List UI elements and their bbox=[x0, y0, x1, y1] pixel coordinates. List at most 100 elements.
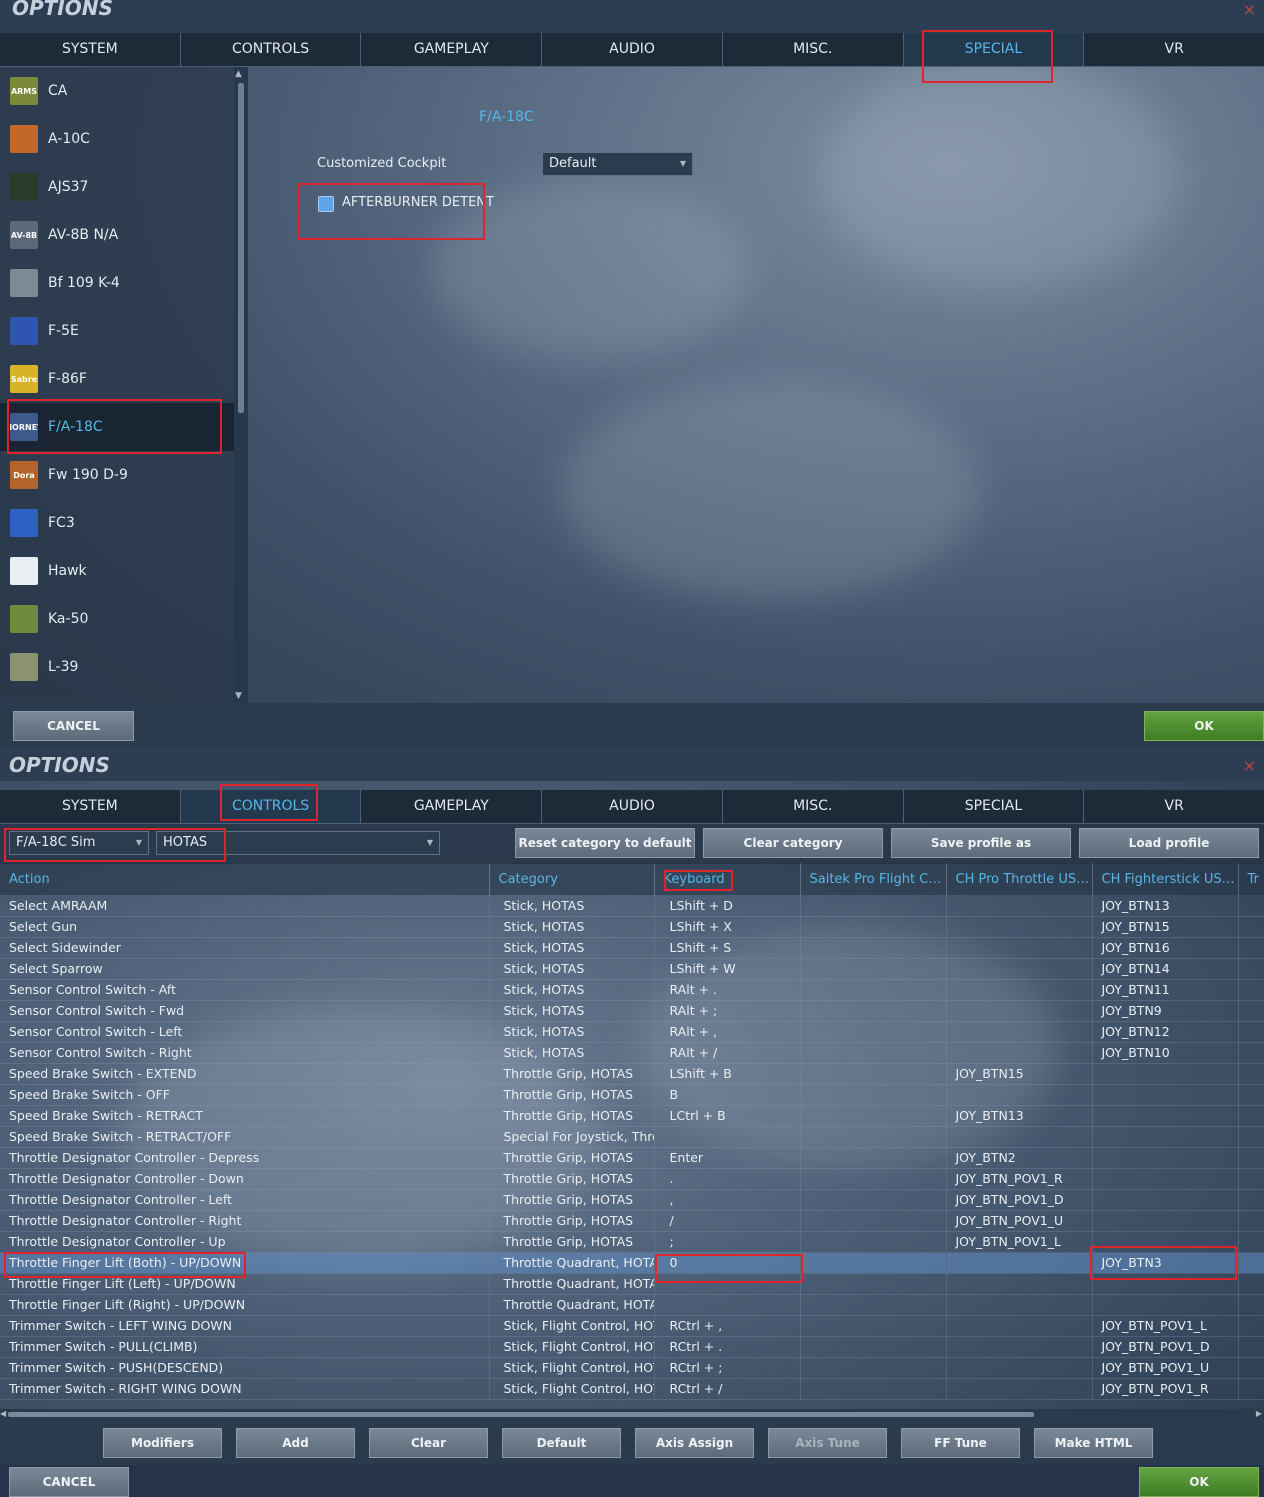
table-cell[interactable]: / bbox=[654, 1210, 801, 1232]
table-row[interactable]: Speed Brake Switch - EXTEND Throttle Grip… bbox=[0, 1063, 1264, 1085]
table-cell[interactable] bbox=[1238, 1021, 1264, 1043]
aircraft-item-av-8b-n-a[interactable]: AV-8B AV-8B N/A bbox=[0, 211, 234, 259]
table-cell[interactable]: LShift + S bbox=[654, 937, 801, 959]
table-cell[interactable] bbox=[946, 958, 1093, 980]
table-cell[interactable]: JOY_BTN_POV1_L bbox=[1092, 1315, 1239, 1337]
table-row[interactable]: Throttle Designator Controller - Depress… bbox=[0, 1147, 1264, 1169]
table-cell[interactable]: RAlt + , bbox=[654, 1021, 801, 1043]
table-cell[interactable]: Throttle Quadrant, HOTAS bbox=[489, 1252, 655, 1274]
table-cell[interactable]: Trimmer Switch - PULL(CLIMB) bbox=[0, 1336, 490, 1358]
table-cell[interactable] bbox=[946, 1021, 1093, 1043]
table-cell[interactable] bbox=[800, 1063, 947, 1085]
table-cell[interactable] bbox=[800, 1231, 947, 1253]
table-cell[interactable]: Speed Brake Switch - EXTEND bbox=[0, 1063, 490, 1085]
table-cell[interactable] bbox=[1238, 1294, 1264, 1316]
table-cell[interactable] bbox=[654, 1126, 801, 1148]
scroll-down-icon[interactable]: ▼ bbox=[235, 691, 242, 701]
table-cell[interactable] bbox=[800, 1042, 947, 1064]
table-cell[interactable]: Throttle Designator Controller - Down bbox=[0, 1168, 490, 1190]
aircraft-item-ka-50[interactable]: Ka-50 bbox=[0, 595, 234, 643]
table-cell[interactable]: RAlt + / bbox=[654, 1042, 801, 1064]
cancel-button[interactable]: CANCEL bbox=[9, 1467, 129, 1497]
table-cell[interactable] bbox=[1238, 1105, 1264, 1127]
table-cell[interactable] bbox=[946, 1000, 1093, 1022]
column-header-tr[interactable]: Tr bbox=[1238, 863, 1264, 895]
axis-tune-button[interactable]: Axis Tune bbox=[768, 1428, 887, 1458]
table-cell[interactable] bbox=[1238, 895, 1264, 917]
table-cell[interactable] bbox=[946, 1315, 1093, 1337]
table-row[interactable]: Throttle Designator Controller - Up Throt… bbox=[0, 1231, 1264, 1253]
tab-gameplay[interactable]: GAMEPLAY bbox=[361, 33, 543, 66]
tab-vr[interactable]: VR bbox=[1084, 790, 1264, 823]
tab-vr[interactable]: VR bbox=[1084, 33, 1264, 66]
table-cell[interactable]: Select Sparrow bbox=[0, 958, 490, 980]
table-cell[interactable]: Stick, HOTAS bbox=[489, 1042, 655, 1064]
aircraft-item-fw-190-d-9[interactable]: Dora Fw 190 D-9 bbox=[0, 451, 234, 499]
table-cell[interactable] bbox=[946, 895, 1093, 917]
table-cell[interactable] bbox=[800, 895, 947, 917]
afterburner-detent-checkbox[interactable] bbox=[318, 196, 334, 212]
table-cell[interactable] bbox=[800, 1294, 947, 1316]
table-cell[interactable] bbox=[1092, 1126, 1239, 1148]
table-row[interactable]: Speed Brake Switch - OFF Throttle Grip, H… bbox=[0, 1084, 1264, 1106]
table-cell[interactable]: Throttle Finger Lift (Both) - UP/DOWN bbox=[0, 1252, 490, 1274]
table-cell[interactable]: Throttle Quadrant, HOTAS bbox=[489, 1294, 655, 1316]
aircraft-list-scrollbar[interactable]: ▲ ▼ bbox=[234, 67, 248, 703]
table-row[interactable]: Throttle Designator Controller - Left Thr… bbox=[0, 1189, 1264, 1211]
table-cell[interactable] bbox=[800, 1315, 947, 1337]
table-cell[interactable]: Select Sidewinder bbox=[0, 937, 490, 959]
table-cell[interactable]: RCtrl + / bbox=[654, 1378, 801, 1400]
table-cell[interactable]: RAlt + . bbox=[654, 979, 801, 1001]
table-cell[interactable]: JOY_BTN_POV1_D bbox=[1092, 1336, 1239, 1358]
table-cell[interactable] bbox=[800, 1168, 947, 1190]
table-cell[interactable] bbox=[1238, 1378, 1264, 1400]
clear-category-button[interactable]: Clear category bbox=[703, 828, 883, 858]
close-icon[interactable]: × bbox=[1243, 0, 1256, 19]
scroll-left-icon[interactable]: ◀ bbox=[0, 1409, 6, 1418]
table-cell[interactable]: Stick, HOTAS bbox=[489, 916, 655, 938]
table-cell[interactable]: Throttle Grip, HOTAS bbox=[489, 1147, 655, 1169]
table-cell[interactable]: ; bbox=[654, 1231, 801, 1253]
table-cell[interactable] bbox=[1238, 1126, 1264, 1148]
aircraft-item-f-5e[interactable]: F-5E bbox=[0, 307, 234, 355]
table-cell[interactable] bbox=[800, 1126, 947, 1148]
table-cell[interactable] bbox=[800, 1210, 947, 1232]
table-cell[interactable] bbox=[946, 916, 1093, 938]
table-cell[interactable] bbox=[654, 1294, 801, 1316]
table-cell[interactable] bbox=[800, 1378, 947, 1400]
table-cell[interactable]: JOY_BTN11 bbox=[1092, 979, 1239, 1001]
table-cell[interactable]: Throttle Grip, HOTAS bbox=[489, 1189, 655, 1211]
table-cell[interactable]: LCtrl + B bbox=[654, 1105, 801, 1127]
table-cell[interactable]: LShift + X bbox=[654, 916, 801, 938]
table-cell[interactable] bbox=[1238, 1168, 1264, 1190]
table-cell[interactable]: 0 bbox=[654, 1252, 801, 1274]
table-cell[interactable]: RCtrl + . bbox=[654, 1336, 801, 1358]
table-cell[interactable] bbox=[1238, 1273, 1264, 1295]
table-row[interactable]: Throttle Finger Lift (Right) - UP/DOWN Th… bbox=[0, 1294, 1264, 1316]
table-cell[interactable]: JOY_BTN13 bbox=[946, 1105, 1093, 1127]
table-row[interactable]: Throttle Designator Controller - Right Th… bbox=[0, 1210, 1264, 1232]
profile-select[interactable]: F/A-18C Sim ▼ bbox=[9, 831, 149, 855]
table-cell[interactable]: Throttle Grip, HOTAS bbox=[489, 1084, 655, 1106]
ok-button[interactable]: OK bbox=[1139, 1467, 1259, 1497]
aircraft-item-l-39[interactable]: L-39 bbox=[0, 643, 234, 691]
table-cell[interactable]: LShift + W bbox=[654, 958, 801, 980]
table-cell[interactable]: . bbox=[654, 1168, 801, 1190]
table-cell[interactable]: LShift + B bbox=[654, 1063, 801, 1085]
aircraft-item-hawk[interactable]: Hawk bbox=[0, 547, 234, 595]
table-cell[interactable] bbox=[800, 1336, 947, 1358]
category-select[interactable]: HOTAS ▼ bbox=[156, 831, 440, 855]
table-cell[interactable]: Stick, Flight Control, HOTA bbox=[489, 1315, 655, 1337]
table-cell[interactable]: Trimmer Switch - LEFT WING DOWN bbox=[0, 1315, 490, 1337]
table-cell[interactable]: Speed Brake Switch - OFF bbox=[0, 1084, 490, 1106]
table-cell[interactable] bbox=[1238, 1231, 1264, 1253]
table-cell[interactable]: Stick, HOTAS bbox=[489, 937, 655, 959]
table-row[interactable]: Trimmer Switch - PUSH(DESCEND) Stick, Fli… bbox=[0, 1357, 1264, 1379]
table-cell[interactable]: Throttle Grip, HOTAS bbox=[489, 1168, 655, 1190]
table-cell[interactable] bbox=[1238, 1084, 1264, 1106]
table-cell[interactable]: JOY_BTN10 bbox=[1092, 1042, 1239, 1064]
table-cell[interactable] bbox=[946, 1336, 1093, 1358]
table-cell[interactable] bbox=[1238, 1147, 1264, 1169]
table-cell[interactable] bbox=[800, 1252, 947, 1274]
table-cell[interactable] bbox=[946, 1273, 1093, 1295]
